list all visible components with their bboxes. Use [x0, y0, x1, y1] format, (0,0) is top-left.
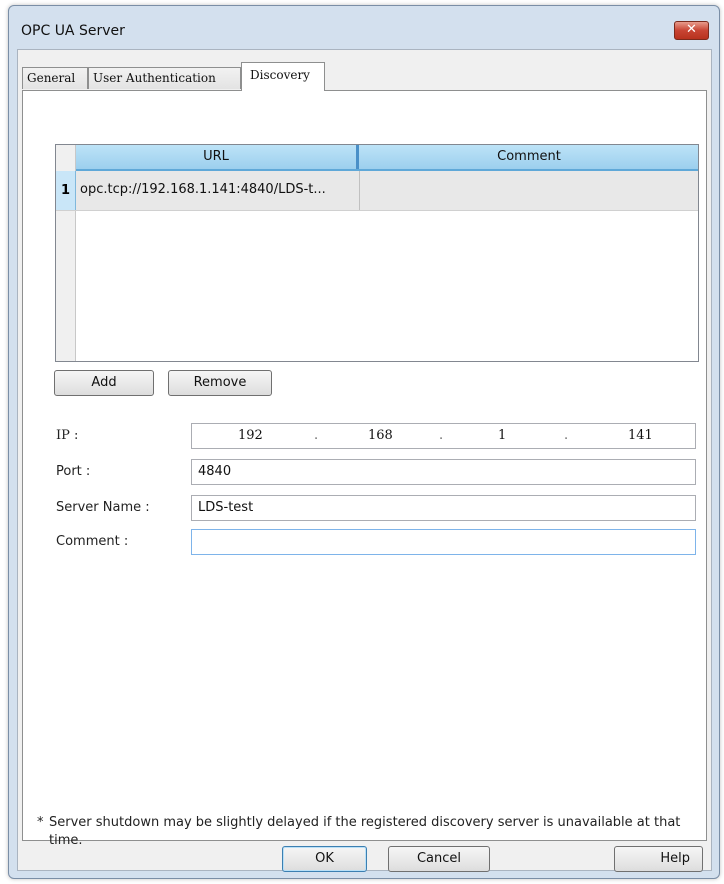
ok-button[interactable]: OK: [282, 846, 367, 872]
table-header: URL Comment: [76, 145, 698, 171]
help-button[interactable]: Help: [614, 846, 703, 872]
note-bullet: *: [37, 815, 44, 830]
ip-address-field[interactable]: 192 . 168 . 1 . 141: [191, 423, 696, 449]
server-name-label: Server Name :: [56, 500, 150, 515]
comment-field[interactable]: [191, 529, 696, 555]
title-bar[interactable]: OPC UA Server ✕: [9, 6, 719, 40]
ip-octet-1[interactable]: 192: [238, 424, 263, 448]
add-button[interactable]: Add: [54, 370, 154, 396]
ip-octet-3[interactable]: 1: [498, 424, 506, 448]
opc-ua-server-dialog: OPC UA Server ✕ General User Authenticat…: [8, 5, 720, 879]
ip-separator: .: [439, 428, 444, 443]
server-name-field[interactable]: LDS-test: [191, 495, 696, 521]
table-row[interactable]: 1 opc.tcp://192.168.1.141:4840/LDS-t...: [56, 171, 698, 211]
remove-button[interactable]: Remove: [168, 370, 272, 396]
close-icon: ✕: [686, 22, 697, 37]
port-label: Port :: [56, 464, 91, 479]
ip-octet-4[interactable]: 141: [628, 424, 653, 448]
cancel-button[interactable]: Cancel: [388, 846, 490, 872]
discovery-server-table[interactable]: URL Comment 1 opc.tcp://192.168.1.141:48…: [55, 144, 699, 362]
close-button[interactable]: ✕: [674, 21, 709, 40]
url-cell[interactable]: opc.tcp://192.168.1.141:4840/LDS-t...: [80, 171, 358, 210]
comment-label: Comment :: [56, 534, 129, 549]
port-field[interactable]: 4840: [191, 459, 696, 485]
dialog-client-area: General User Authentication Discovery UR…: [17, 49, 712, 872]
ip-separator: .: [564, 428, 569, 443]
note-text: Server shutdown may be slightly delayed …: [49, 815, 681, 848]
tab-discovery[interactable]: Discovery: [241, 62, 325, 91]
tab-user-authentication[interactable]: User Authentication: [88, 67, 241, 89]
discovery-panel: URL Comment 1 opc.tcp://192.168.1.141:48…: [22, 90, 707, 848]
ip-separator: .: [314, 428, 319, 443]
cell-divider: [359, 171, 360, 210]
row-number[interactable]: 1: [56, 171, 76, 210]
window-title: OPC UA Server: [21, 23, 125, 39]
tab-general[interactable]: General: [22, 67, 88, 89]
column-header-url[interactable]: URL: [76, 145, 356, 169]
ip-octet-2[interactable]: 168: [368, 424, 393, 448]
ip-label: IP :: [56, 428, 79, 443]
column-header-comment[interactable]: Comment: [359, 145, 699, 169]
comment-cell[interactable]: [362, 171, 692, 210]
